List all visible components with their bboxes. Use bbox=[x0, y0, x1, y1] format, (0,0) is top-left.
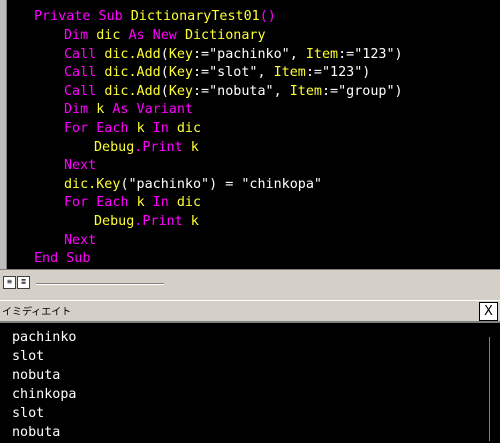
code-token: :="123") bbox=[305, 65, 371, 80]
code-line[interactable]: End Sub bbox=[34, 250, 90, 268]
output-line: pachinko bbox=[12, 330, 77, 345]
code-token: ( bbox=[160, 65, 169, 80]
code-token: Next bbox=[64, 233, 97, 248]
code-line[interactable]: Debug.Print k bbox=[34, 139, 199, 157]
code-window: Private Sub DictionaryTest01() Dim dic As… bbox=[0, 0, 500, 269]
code-token: ( bbox=[160, 84, 169, 99]
code-line[interactable]: Call dic.Add(Key:="pachinko", Item:="123… bbox=[34, 46, 403, 64]
code-token: dic.Key bbox=[64, 177, 121, 192]
code-line[interactable]: Dim dic As New Dictionary bbox=[34, 27, 266, 45]
code-token: :="123") bbox=[338, 47, 403, 62]
immediate-window-title: イミディエイト bbox=[2, 307, 72, 318]
code-token: As Variant bbox=[104, 102, 193, 117]
code-token: Private Sub bbox=[34, 9, 131, 24]
code-token: End Sub bbox=[34, 251, 91, 266]
procedure-view-icon[interactable]: ≡ bbox=[3, 276, 16, 289]
code-token: Key bbox=[168, 84, 193, 99]
code-token: .Print bbox=[134, 140, 191, 155]
code-token: Item bbox=[289, 84, 322, 99]
code-token: :="nobuta", bbox=[193, 84, 290, 99]
code-token: dic.Add bbox=[104, 84, 161, 99]
code-token: :="pachinko", bbox=[193, 47, 306, 62]
code-line[interactable]: Next bbox=[34, 232, 96, 250]
code-token: dic bbox=[176, 195, 202, 210]
code-token: ( bbox=[160, 47, 169, 62]
output-line: chinkopa bbox=[12, 387, 77, 402]
immediate-window[interactable]: pachinko slot nobuta chinkopa slot nobuta bbox=[0, 321, 500, 443]
code-token: Call bbox=[64, 65, 105, 80]
code-token: () bbox=[259, 9, 276, 24]
code-token: dic bbox=[96, 28, 121, 43]
code-token: In bbox=[144, 195, 177, 210]
code-line[interactable]: dic.Key("pachinko") = "chinkopa" bbox=[34, 176, 322, 194]
code-editor[interactable]: Private Sub DictionaryTest01() Dim dic As… bbox=[7, 0, 500, 269]
code-token: Debug bbox=[94, 140, 135, 155]
code-line[interactable]: Debug.Print k bbox=[34, 213, 199, 231]
code-token: .Print bbox=[134, 214, 191, 229]
code-token: Call bbox=[64, 47, 105, 62]
close-icon[interactable]: X bbox=[479, 302, 498, 321]
code-token: Item bbox=[273, 65, 306, 80]
code-line[interactable]: Private Sub DictionaryTest01() bbox=[34, 8, 276, 26]
code-token: k bbox=[190, 214, 199, 229]
code-token: Key bbox=[168, 65, 193, 80]
code-token: Dim bbox=[64, 102, 97, 117]
code-token: dic bbox=[176, 121, 202, 136]
scrollbar-highlight bbox=[36, 284, 164, 285]
code-token: Key bbox=[168, 47, 193, 62]
output-line: nobuta bbox=[12, 368, 61, 383]
code-line[interactable]: Dim k As Variant bbox=[34, 101, 193, 119]
code-token: Dim bbox=[64, 28, 97, 43]
code-token: Next bbox=[64, 158, 97, 173]
code-line[interactable]: For Each k In dic bbox=[34, 194, 201, 212]
code-token: :="slot", bbox=[193, 65, 274, 80]
code-token: Debug bbox=[94, 214, 135, 229]
output-line: slot bbox=[12, 406, 45, 421]
code-margin bbox=[0, 0, 7, 269]
code-token: k bbox=[136, 121, 145, 136]
code-token: In bbox=[144, 121, 177, 136]
code-token: k bbox=[136, 195, 145, 210]
code-token: For Each bbox=[64, 121, 137, 136]
code-line[interactable]: Call dic.Add(Key:="slot", Item:="123") bbox=[34, 64, 370, 82]
code-line[interactable]: For Each k In dic bbox=[34, 120, 201, 138]
code-token: dic.Add bbox=[104, 47, 161, 62]
code-token: k bbox=[190, 140, 199, 155]
code-line[interactable]: Next bbox=[34, 157, 96, 175]
code-token: Item bbox=[305, 47, 339, 62]
code-token: ("pachinko") = "chinkopa" bbox=[120, 177, 322, 192]
pane-splitter[interactable] bbox=[0, 292, 500, 300]
code-token: dic.Add bbox=[104, 65, 161, 80]
output-line: nobuta bbox=[12, 425, 61, 440]
code-view-bar: ≡ ≣ bbox=[0, 269, 500, 293]
output-line: slot bbox=[12, 349, 45, 364]
vertical-scrollbar[interactable] bbox=[489, 337, 498, 441]
code-token: For Each bbox=[64, 195, 137, 210]
code-token: :="group") bbox=[322, 84, 403, 99]
code-token: DictionaryTest01 bbox=[130, 9, 260, 24]
immediate-window-titlebar: イミディエイト X bbox=[0, 300, 500, 321]
code-token: Call bbox=[64, 84, 105, 99]
code-token: As New bbox=[120, 28, 185, 43]
code-line[interactable]: Call dic.Add(Key:="nobuta", Item:="group… bbox=[34, 83, 403, 101]
code-token: Dictionary bbox=[184, 28, 266, 43]
full-module-view-icon[interactable]: ≣ bbox=[17, 276, 30, 289]
